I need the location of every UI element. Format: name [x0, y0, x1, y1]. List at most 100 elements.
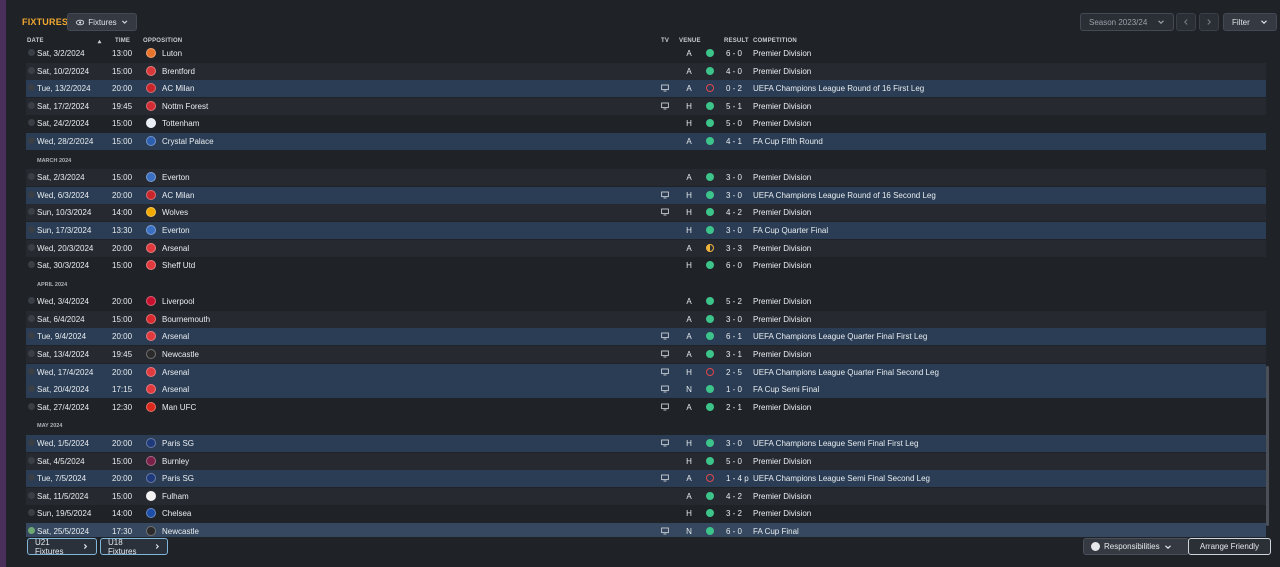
competition-link[interactable]: FA Cup Quarter Final [753, 226, 828, 235]
competition-link[interactable]: Premier Division [753, 509, 811, 518]
competition-link[interactable]: Premier Division [753, 457, 811, 466]
opposition-link[interactable]: Everton [162, 226, 190, 235]
competition-link[interactable]: Premier Division [753, 315, 811, 324]
previous-season-button[interactable] [1176, 13, 1196, 31]
fixture-row[interactable]: Sat, 13/4/2024 19:45 Newcastle A 3 - 1 Premie… [26, 346, 1266, 363]
opposition-link[interactable]: AC Milan [162, 191, 194, 200]
competition-link[interactable]: UEFA Champions League Semi Final First L… [753, 439, 918, 448]
score[interactable]: 3 - 2 [726, 509, 750, 518]
competition-link[interactable]: Premier Division [753, 119, 811, 128]
score[interactable]: 4 - 2 [726, 492, 750, 501]
fixture-row[interactable]: Wed, 17/4/2024 20:00 Arsenal H 2 - 5 UEFA Cha… [26, 363, 1266, 381]
competition-link[interactable]: Premier Division [753, 244, 811, 253]
opposition-link[interactable]: Arsenal [162, 368, 189, 377]
fixture-row[interactable]: Wed, 3/4/2024 20:00 Liverpool A 5 - 2 Premier… [26, 293, 1266, 310]
competition-link[interactable]: UEFA Champions League Semi Final Second … [753, 474, 930, 483]
score[interactable]: 6 - 1 [726, 332, 750, 341]
competition-link[interactable]: UEFA Champions League Quarter Final Firs… [753, 332, 927, 341]
season-selector[interactable]: Season 2023/24 [1080, 13, 1174, 31]
opposition-link[interactable]: Paris SG [162, 474, 194, 483]
fixture-row[interactable]: Tue, 9/4/2024 20:00 Arsenal A 6 - 1 UEFA Cham… [26, 328, 1266, 346]
fixture-row[interactable]: Tue, 7/5/2024 20:00 Paris SG A 1 - 4 p UEFA C… [26, 470, 1266, 488]
fixture-row[interactable]: Sat, 20/4/2024 17:15 Arsenal N 1 - 0 FA Cup S… [26, 381, 1266, 399]
col-competition[interactable]: COMPETITION [753, 38, 797, 44]
competition-link[interactable]: FA Cup Final [753, 527, 799, 536]
opposition-link[interactable]: Arsenal [162, 332, 189, 341]
opposition-link[interactable]: Newcastle [162, 527, 199, 536]
fixture-row[interactable]: Sat, 3/2/2024 13:00 Luton A 6 - 0 Premier Div… [26, 45, 1266, 62]
next-season-button[interactable] [1199, 13, 1219, 31]
fixture-row[interactable]: Sat, 30/3/2024 15:00 Sheff Utd H 6 - 0 Premie… [26, 257, 1266, 274]
fixture-row[interactable]: Sat, 27/4/2024 12:30 Man UFC A 2 - 1 Premier … [26, 399, 1266, 416]
fixture-row[interactable]: Tue, 13/2/2024 20:00 AC Milan A 0 - 2 UEFA Ch… [26, 80, 1266, 98]
fixture-row[interactable]: Wed, 6/3/2024 20:00 AC Milan H 3 - 0 UEFA Cha… [26, 186, 1266, 204]
filter-button[interactable]: Filter [1223, 13, 1277, 31]
opposition-link[interactable]: Nottm Forest [162, 102, 208, 111]
opposition-link[interactable]: Everton [162, 173, 190, 182]
score[interactable]: 4 - 2 [726, 208, 750, 217]
opposition-link[interactable]: Tottenham [162, 119, 199, 128]
fixture-row[interactable]: Sat, 6/4/2024 15:00 Bournemouth A 3 - 0 Premi… [26, 310, 1266, 328]
competition-link[interactable]: Premier Division [753, 208, 811, 217]
opposition-link[interactable]: Paris SG [162, 439, 194, 448]
fixture-row[interactable]: Sat, 2/3/2024 15:00 Everton A 3 - 0 Premier D… [26, 169, 1266, 187]
score[interactable]: 6 - 0 [726, 261, 750, 270]
opposition-link[interactable]: Luton [162, 49, 182, 58]
competition-link[interactable]: Premier Division [753, 49, 811, 58]
col-result[interactable]: RESULT [724, 38, 749, 44]
score[interactable]: 3 - 0 [726, 315, 750, 324]
sort-ascending-icon[interactable] [97, 39, 102, 44]
competition-link[interactable]: Premier Division [753, 67, 811, 76]
score[interactable]: 3 - 1 [726, 350, 750, 359]
col-date[interactable]: DATE [27, 38, 44, 44]
competition-link[interactable]: FA Cup Semi Final [753, 385, 819, 394]
opposition-link[interactable]: Fulham [162, 492, 189, 501]
competition-link[interactable]: Premier Division [753, 350, 811, 359]
opposition-link[interactable]: Burnley [162, 457, 189, 466]
competition-link[interactable]: Premier Division [753, 102, 811, 111]
opposition-link[interactable]: Arsenal [162, 244, 189, 253]
score[interactable]: 3 - 0 [726, 226, 750, 235]
fixture-row[interactable]: Sat, 11/5/2024 15:00 Fulham A 4 - 2 Premier D… [26, 487, 1266, 505]
competition-link[interactable]: Premier Division [753, 492, 811, 501]
opposition-link[interactable]: AC Milan [162, 84, 194, 93]
score[interactable]: 6 - 0 [726, 527, 750, 536]
score[interactable]: 1 - 0 [726, 385, 750, 394]
opposition-link[interactable]: Liverpool [162, 297, 194, 306]
col-opposition[interactable]: OPPOSITION [143, 38, 182, 44]
fixture-row[interactable]: Sun, 17/3/2024 13:30 Everton H 3 - 0 FA Cup Q… [26, 221, 1266, 239]
score[interactable]: 5 - 1 [726, 102, 750, 111]
score[interactable]: 3 - 0 [726, 439, 750, 448]
opposition-link[interactable]: Arsenal [162, 385, 189, 394]
opposition-link[interactable]: Sheff Utd [162, 261, 195, 270]
opposition-link[interactable]: Wolves [162, 208, 188, 217]
competition-link[interactable]: FA Cup Fifth Round [753, 137, 823, 146]
fixture-row[interactable]: Wed, 1/5/2024 20:00 Paris SG H 3 - 0 UEFA Cha… [26, 434, 1266, 452]
view-dropdown[interactable]: Fixtures [67, 13, 137, 31]
opposition-link[interactable]: Man UFC [162, 403, 196, 412]
fixture-row[interactable]: Sat, 17/2/2024 19:45 Nottm Forest H 5 - 1 Pre… [26, 97, 1266, 115]
fixture-row[interactable]: Sat, 10/2/2024 15:00 Brentford A 4 - 0 Premie… [26, 62, 1266, 80]
score[interactable]: 2 - 5 [726, 368, 750, 377]
fixture-row[interactable]: Wed, 28/2/2024 15:00 Crystal Palace A 4 - 1F… [26, 133, 1266, 150]
competition-link[interactable]: UEFA Champions League Round of 16 First … [753, 84, 924, 93]
col-tv[interactable]: TV [661, 38, 669, 44]
u18-fixtures-button[interactable]: U18 Fixtures [100, 538, 168, 556]
opposition-link[interactable]: Brentford [162, 67, 195, 76]
score[interactable]: 4 - 1 [726, 137, 750, 146]
scrollbar[interactable] [1266, 366, 1269, 526]
fixture-row[interactable]: Sun, 10/3/2024 14:00 Wolves H 4 - 2 Premier D… [26, 204, 1266, 222]
competition-link[interactable]: UEFA Champions League Round of 16 Second… [753, 191, 936, 200]
fixture-row[interactable]: Wed, 20/3/2024 20:00 Arsenal A 3 - 3 Premier … [26, 239, 1266, 257]
opposition-link[interactable]: Newcastle [162, 350, 199, 359]
competition-link[interactable]: Premier Division [753, 403, 811, 412]
score[interactable]: 3 - 3 [726, 244, 750, 253]
score[interactable]: 2 - 1 [726, 403, 750, 412]
competition-link[interactable]: Premier Division [753, 261, 811, 270]
score[interactable]: 4 - 0 [726, 67, 750, 76]
score[interactable]: 5 - 0 [726, 457, 750, 466]
score[interactable]: 6 - 0 [726, 49, 750, 58]
col-venue[interactable]: VENUE [679, 38, 701, 44]
competition-link[interactable]: Premier Division [753, 297, 811, 306]
fixture-row[interactable]: Sat, 24/2/2024 15:00 Tottenham H 5 - 0 Premie… [26, 115, 1266, 132]
